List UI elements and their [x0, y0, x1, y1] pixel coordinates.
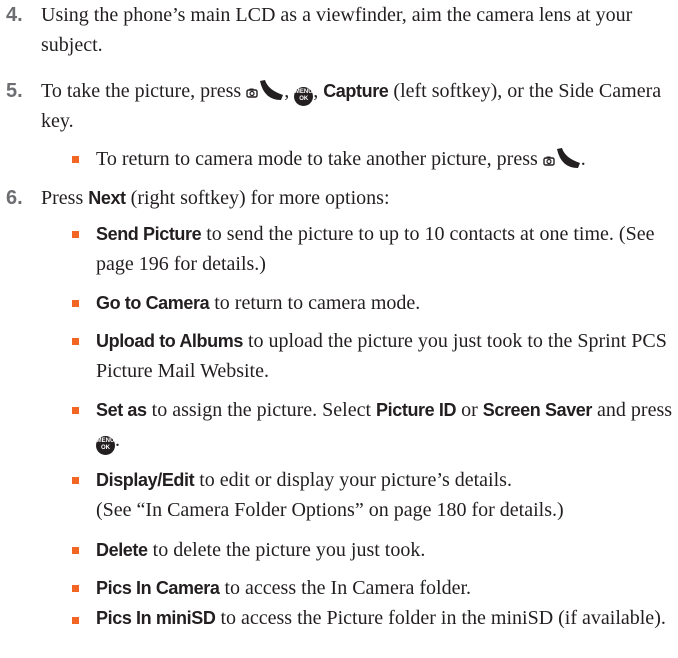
ok-label: OK	[101, 445, 110, 451]
list-item-text: To return to camera mode to take another…	[96, 144, 676, 174]
option-and-press: and press	[592, 399, 673, 421]
option-text: Pics In miniSD to access the Picture fol…	[96, 605, 676, 631]
option-description: to access the In Camera folder.	[219, 577, 472, 599]
option-description: to access the Picture folder in the mini…	[215, 607, 666, 629]
option-keyword: Display/Edit	[96, 470, 195, 490]
option-text: Display/Edit to edit or display your pic…	[96, 465, 676, 525]
option-description: to delete the picture you just took.	[147, 539, 426, 561]
bullet-icon	[72, 338, 79, 345]
option-keyword: Upload to Albums	[96, 331, 243, 351]
bullet-icon	[72, 231, 79, 238]
list-item-end: .	[580, 148, 586, 170]
step-text-post: (right softkey) for more options:	[125, 187, 390, 209]
option-description: to edit or display your picture’s detail…	[194, 469, 512, 491]
step-text: Press Next (right softkey) for more opti…	[41, 183, 666, 213]
option-text: Pics In Camera to access the In Camera f…	[96, 573, 676, 603]
step-text: Using the phone’s main LCD as a viewfind…	[41, 4, 633, 56]
option-text: Delete to delete the picture you just to…	[96, 535, 676, 565]
step-number: 5.	[6, 80, 23, 102]
option-text: Go to Camera to return to camera mode.	[96, 288, 676, 318]
next-softkey-label: Next	[88, 188, 126, 208]
option-keyword: Delete	[96, 540, 148, 560]
option-description: to assign the picture. Select	[146, 399, 377, 421]
step-text-pre: Press	[41, 187, 89, 209]
option-see-also: (See “In Camera Folder Options” on page …	[96, 499, 564, 521]
menu-label: MENU	[96, 438, 115, 444]
bullet-icon	[72, 547, 79, 554]
sep: ,	[313, 80, 324, 102]
ok-label: OK	[299, 96, 309, 102]
option-keyword: Pics In Camera	[96, 578, 220, 598]
menu-label: MENU	[294, 89, 313, 95]
bullet-icon	[72, 300, 79, 307]
menu-ok-key-icon: MENU OK	[294, 87, 314, 106]
sep: ,	[284, 80, 295, 102]
step-number: 6.	[6, 187, 23, 209]
bullet-icon	[72, 477, 79, 484]
picture-id-label: Picture ID	[376, 400, 457, 420]
step-number: 4.	[6, 4, 23, 26]
option-text: Upload to Albums to upload the picture y…	[96, 326, 676, 386]
bullet-icon	[72, 585, 79, 592]
capture-softkey-label: Capture	[323, 81, 389, 101]
option-keyword: Send Picture	[96, 224, 202, 244]
screen-saver-label: Screen Saver	[482, 400, 593, 420]
step-text: To take the picture, press , MENU OK, Cap…	[41, 76, 666, 136]
option-text: Set as to assign the picture. Select Pic…	[96, 395, 676, 455]
option-end: .	[115, 429, 120, 451]
option-description: to return to camera mode.	[209, 292, 421, 314]
bullet-icon	[72, 617, 79, 624]
option-keyword: Set as	[96, 400, 147, 420]
step-text-pre: To take the picture, press	[41, 80, 247, 102]
camera-key-icon	[246, 80, 284, 100]
list-item-body: To return to camera mode to take another…	[96, 148, 543, 170]
bullet-icon	[72, 407, 79, 414]
option-keyword: Go to Camera	[96, 293, 210, 313]
bullet-icon	[72, 156, 79, 163]
camera-key-icon	[543, 148, 580, 168]
menu-ok-key-icon: MENU OK	[96, 436, 115, 455]
option-text: Send Picture to send the picture to up t…	[96, 219, 676, 279]
option-keyword: Pics In miniSD	[96, 608, 216, 628]
option-or: or	[456, 399, 483, 421]
